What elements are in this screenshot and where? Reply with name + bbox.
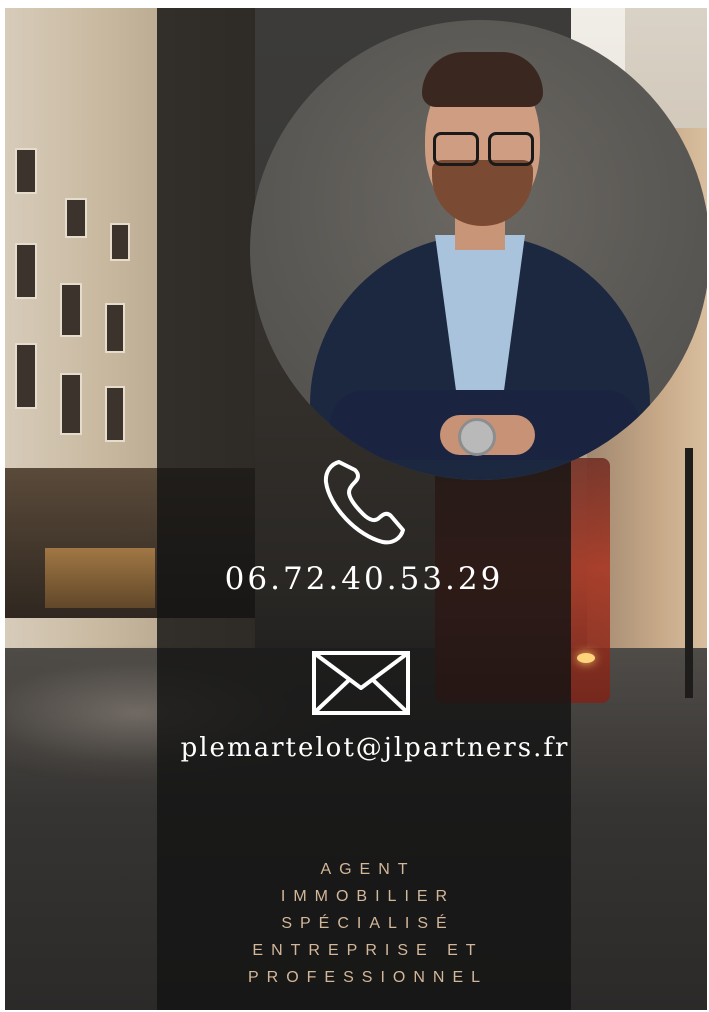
role-line: SPÉCIALISÉ [281, 915, 455, 932]
building-window [60, 283, 82, 337]
building-window [15, 343, 37, 409]
envelope-icon [311, 650, 411, 716]
email-address[interactable]: plemartelot@jlpartners.fr [105, 733, 645, 763]
agent-portrait [250, 20, 707, 480]
building-window [15, 148, 37, 194]
building-window [15, 243, 37, 299]
building-window [60, 373, 82, 435]
building-window [65, 198, 87, 238]
shop-window-glow [45, 548, 155, 608]
role-line: IMMOBILIER [280, 888, 456, 905]
business-card: 06.72.40.53.29 plemartelot@jlpartners.fr… [5, 8, 707, 1010]
bus-headlight [577, 653, 595, 663]
role-line: PROFESSIONNEL [247, 969, 489, 986]
phone-handset-icon [317, 454, 413, 550]
building-window [110, 223, 130, 261]
portrait-glasses-right [488, 132, 534, 166]
role-line: ENTREPRISE ET [252, 942, 484, 959]
phone-number[interactable]: 06.72.40.53.29 [157, 561, 571, 597]
street-pole [685, 448, 693, 698]
agent-role: AGENT IMMOBILIER SPÉCIALISÉ ENTREPRISE E… [157, 856, 571, 991]
portrait-watch [458, 418, 496, 456]
building-window [105, 386, 125, 442]
portrait-beard [432, 160, 533, 226]
portrait-hair [422, 52, 543, 107]
role-line: AGENT [320, 861, 416, 878]
portrait-glasses-left [433, 132, 479, 166]
building-window [105, 303, 125, 353]
